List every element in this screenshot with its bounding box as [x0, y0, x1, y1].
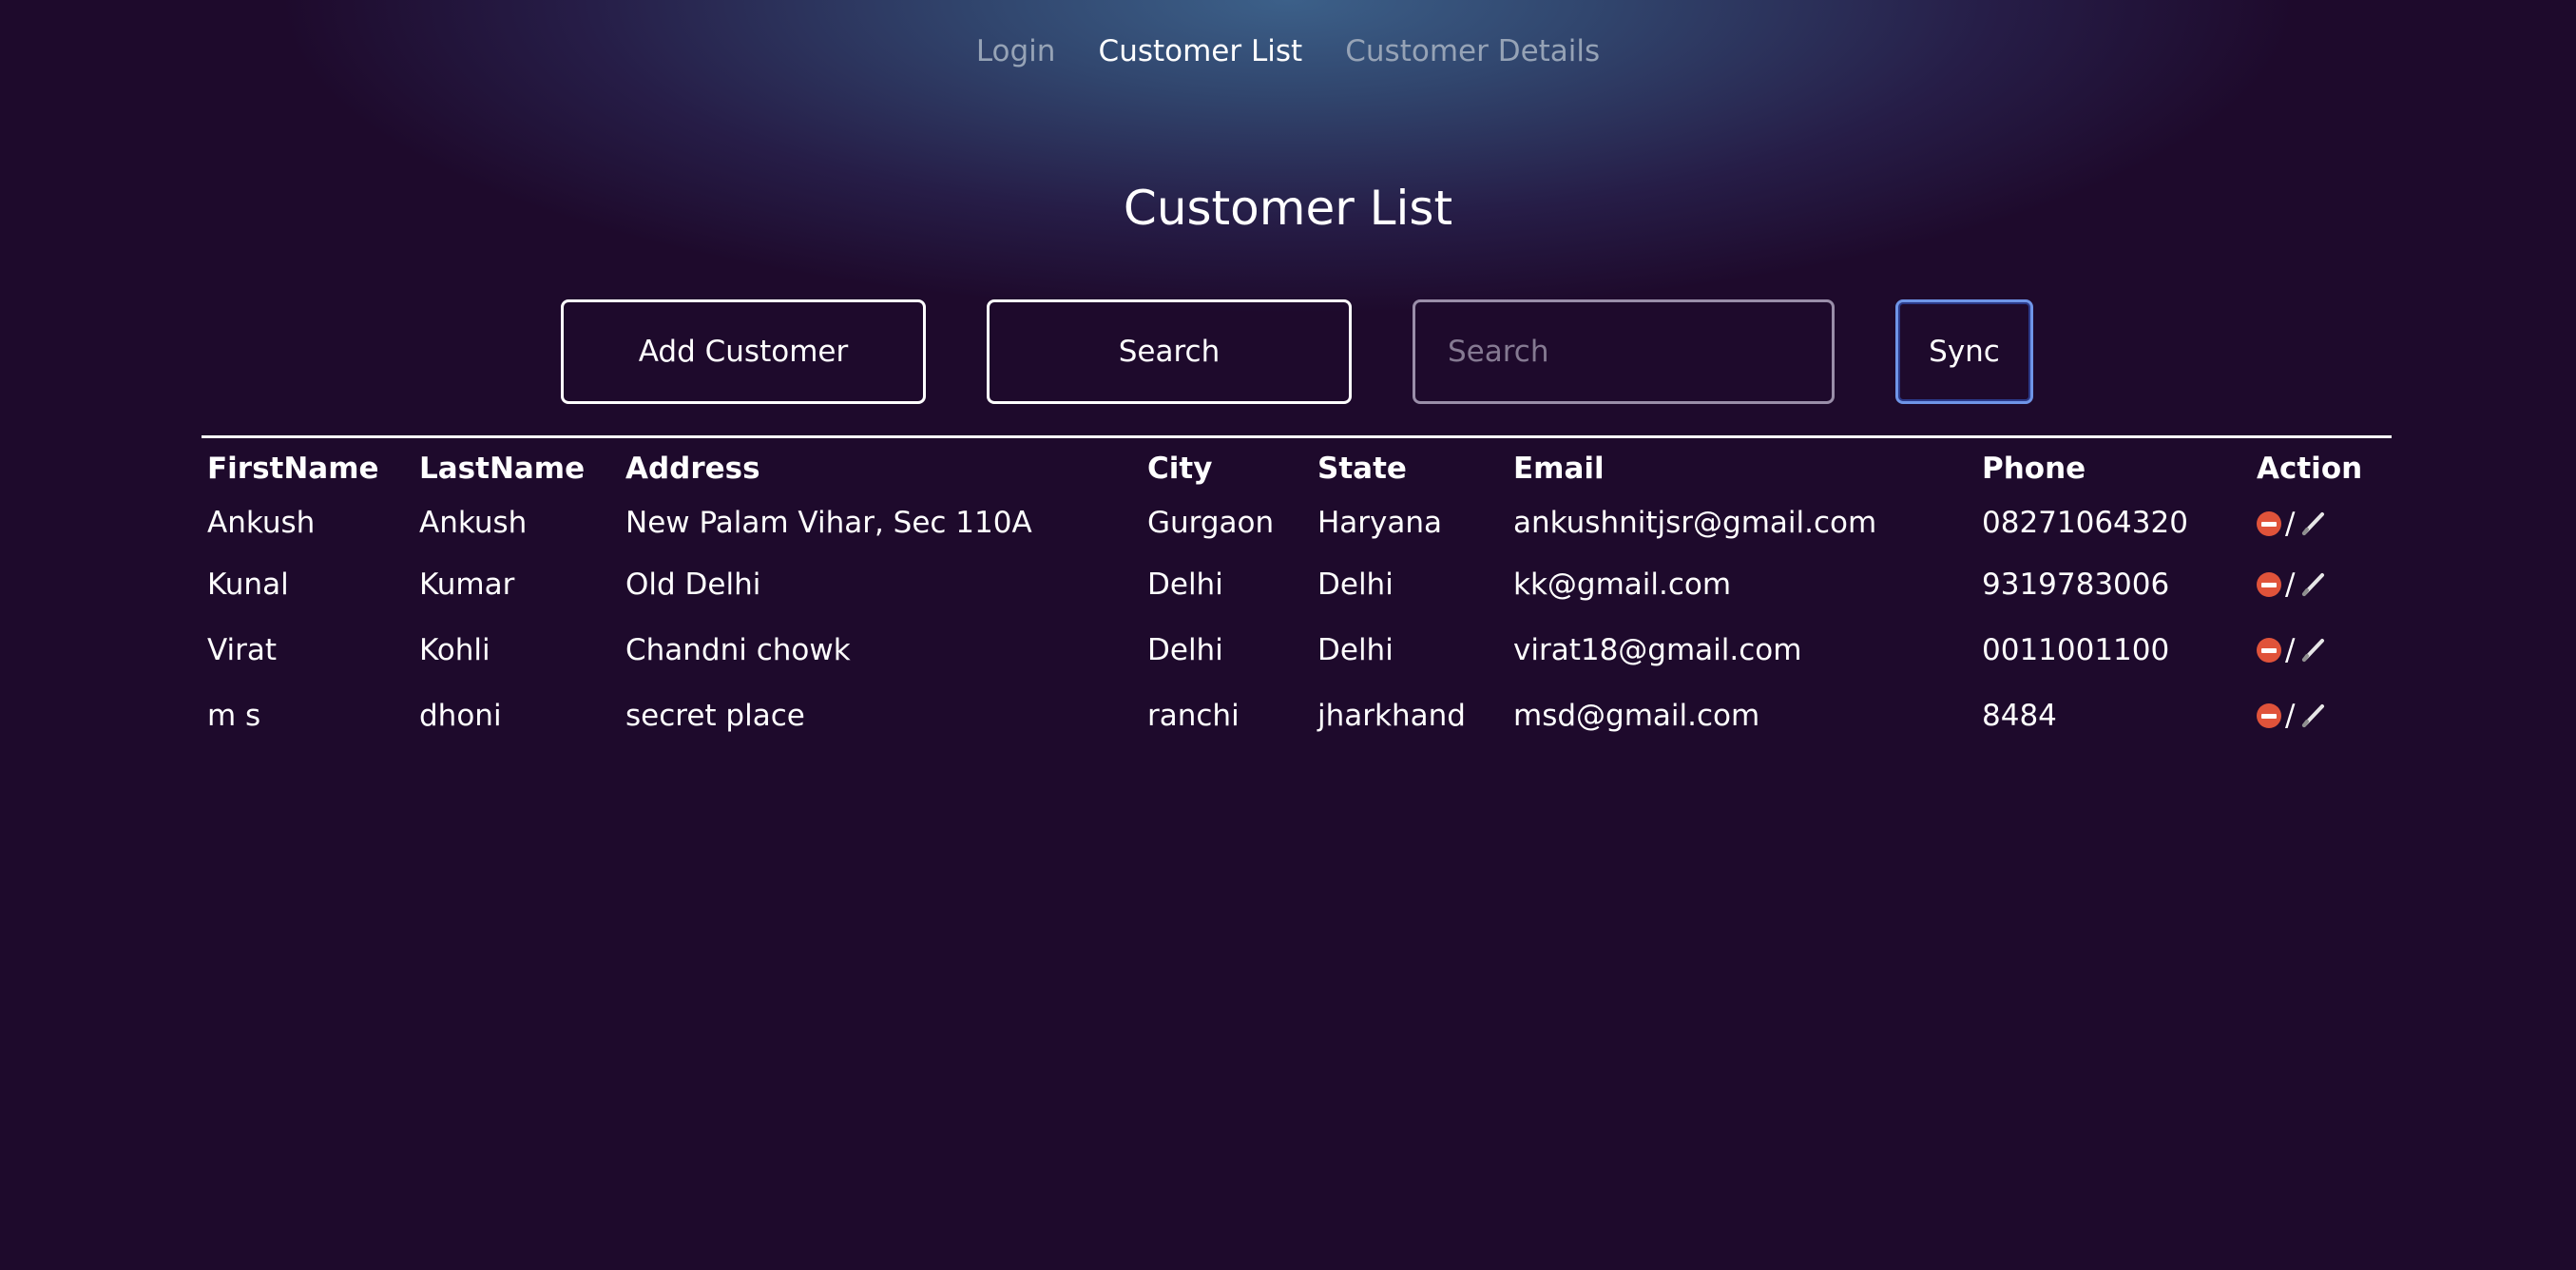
cell-email: virat18@gmail.com: [1513, 632, 1802, 667]
nav-link-customer-list[interactable]: Customer List: [1099, 34, 1303, 68]
pen-icon[interactable]: [2298, 570, 2327, 599]
cell-address: New Palam Vihar, Sec 110A: [625, 506, 1032, 540]
row-actions: /: [2257, 568, 2327, 602]
cell-city: Gurgaon: [1147, 506, 1275, 540]
cell-action: /: [2251, 551, 2392, 617]
header-city: City: [1147, 451, 1213, 486]
cell-state: Haryana: [1317, 506, 1443, 540]
no-entry-icon[interactable]: [2257, 572, 2281, 598]
cell-firstname: Kunal: [207, 567, 289, 602]
cell-action: /: [2251, 683, 2392, 748]
table-row: Ankush Ankush New Palam Vihar, Sec 110A …: [202, 494, 2392, 551]
cell-lastname: Kohli: [419, 632, 490, 667]
page-title: Customer List: [1123, 181, 1453, 236]
cell-phone: 8484: [1982, 698, 2057, 733]
cell-lastname: dhoni: [419, 698, 502, 733]
cell-action: /: [2251, 494, 2392, 551]
header-action: Action: [2257, 451, 2363, 486]
top-nav: Login Customer List Customer Details: [0, 34, 2576, 68]
table-row: Virat Kohli Chandni chowk Delhi Delhi vi…: [202, 617, 2392, 683]
cell-firstname: m s: [207, 698, 261, 733]
cell-city: ranchi: [1147, 698, 1240, 733]
cell-email: ankushnitjsr@gmail.com: [1513, 506, 1877, 540]
row-actions: /: [2257, 699, 2327, 733]
cell-city: Delhi: [1147, 567, 1223, 602]
customer-table: FirstName LastName Address City State Em…: [202, 438, 2392, 748]
table-row: Kunal Kumar Old Delhi Delhi Delhi kk@gma…: [202, 551, 2392, 617]
table-row: m s dhoni secret place ranchi jharkhand …: [202, 683, 2392, 748]
row-actions: /: [2257, 507, 2327, 541]
search-input[interactable]: [1413, 299, 1835, 404]
action-separator: /: [2285, 633, 2296, 668]
cell-address: Chandni chowk: [625, 632, 851, 667]
search-button[interactable]: Search: [987, 299, 1352, 404]
sync-button[interactable]: Sync: [1895, 299, 2033, 404]
toolbar: Add Customer Search Sync: [0, 299, 2576, 404]
header-glow: [0, 0, 2576, 494]
no-entry-icon[interactable]: [2257, 638, 2281, 664]
cell-state: Delhi: [1317, 632, 1394, 667]
header-email: Email: [1513, 451, 1605, 486]
customer-table-container: FirstName LastName Address City State Em…: [202, 435, 2392, 748]
cell-email: kk@gmail.com: [1513, 567, 1732, 602]
cell-state: jharkhand: [1317, 698, 1466, 733]
add-customer-button[interactable]: Add Customer: [561, 299, 926, 404]
cell-address: Old Delhi: [625, 567, 761, 602]
header-firstname: FirstName: [207, 451, 379, 486]
table-header-row: FirstName LastName Address City State Em…: [202, 438, 2392, 494]
cell-email: msd@gmail.com: [1513, 698, 1760, 733]
action-separator: /: [2285, 568, 2296, 603]
header-state: State: [1317, 451, 1407, 486]
nav-link-customer-details[interactable]: Customer Details: [1345, 34, 1600, 68]
cell-address: secret place: [625, 698, 805, 733]
pen-icon[interactable]: [2298, 702, 2327, 730]
action-separator: /: [2285, 699, 2296, 734]
pen-icon[interactable]: [2298, 636, 2327, 664]
header-phone: Phone: [1982, 451, 2086, 486]
action-separator: /: [2285, 506, 2296, 541]
row-actions: /: [2257, 633, 2327, 667]
pen-icon[interactable]: [2298, 510, 2327, 538]
cell-phone: 0011001100: [1982, 632, 2170, 667]
nav-link-login[interactable]: Login: [976, 34, 1056, 68]
header-address: Address: [625, 451, 760, 486]
cell-lastname: Ankush: [419, 506, 528, 540]
no-entry-icon[interactable]: [2257, 510, 2281, 536]
cell-phone: 9319783006: [1982, 567, 2170, 602]
header-lastname: LastName: [419, 451, 586, 486]
cell-phone: 08271064320: [1982, 506, 2188, 540]
no-entry-icon[interactable]: [2257, 703, 2281, 729]
cell-firstname: Ankush: [207, 506, 316, 540]
cell-lastname: Kumar: [419, 567, 515, 602]
cell-action: /: [2251, 617, 2392, 683]
cell-firstname: Virat: [207, 632, 278, 667]
cell-city: Delhi: [1147, 632, 1223, 667]
cell-state: Delhi: [1317, 567, 1394, 602]
